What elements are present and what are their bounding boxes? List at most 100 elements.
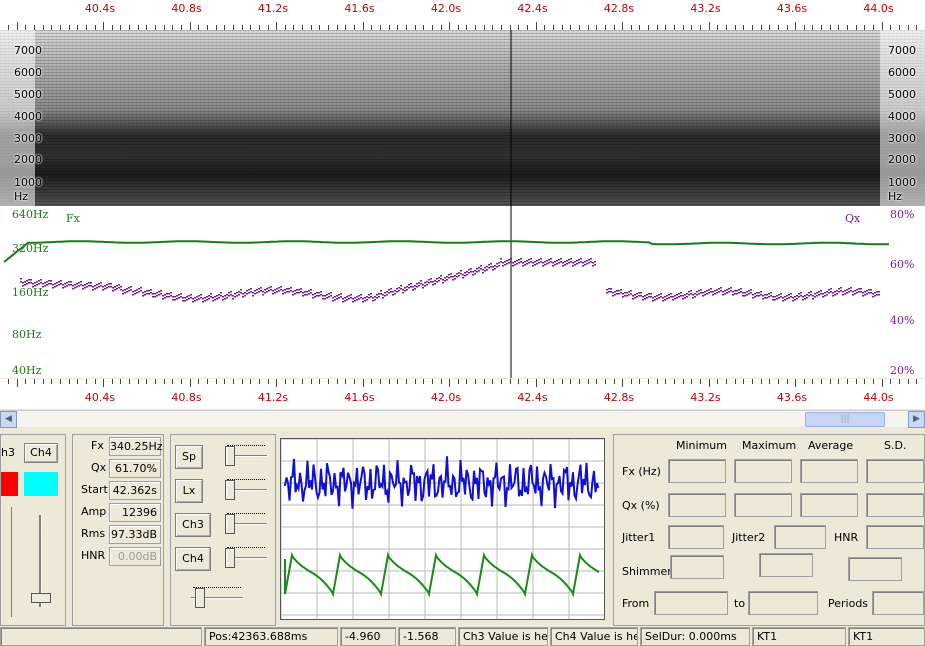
- qx-point: [140, 287, 142, 289]
- scroll-right-button[interactable]: ▶: [908, 411, 925, 428]
- amp-measure-value: 12396: [109, 503, 161, 522]
- qx-point: [634, 297, 636, 299]
- ch3-color-swatch[interactable]: [1, 472, 18, 496]
- sp-button[interactable]: Sp: [175, 445, 203, 469]
- to-field[interactable]: [748, 591, 818, 615]
- scroll-thumb[interactable]: |||: [805, 412, 885, 427]
- qx-point: [786, 298, 788, 300]
- zoom-slider[interactable]: [185, 585, 249, 611]
- qx-point: [480, 265, 482, 267]
- qx-point: [64, 283, 66, 285]
- qx-point: [754, 293, 756, 295]
- ch4-color-swatch[interactable]: [24, 472, 58, 496]
- qx-point: [550, 258, 552, 260]
- qx-point: [302, 292, 304, 294]
- qx-point: [798, 296, 800, 298]
- qx-point: [482, 269, 484, 271]
- scroll-left-button[interactable]: ◀: [0, 411, 17, 428]
- qx-point: [292, 291, 294, 293]
- qx-point: [658, 294, 660, 296]
- qx-point: [74, 287, 76, 289]
- qx-point: [826, 294, 828, 296]
- qx-point: [530, 258, 532, 260]
- qx-point: [678, 296, 680, 298]
- qx-point: [626, 292, 628, 294]
- qx-point: [492, 266, 494, 268]
- channel-panel: h3 Ch4: [0, 434, 66, 626]
- qx-point: [134, 293, 136, 295]
- qx-point: [246, 293, 248, 295]
- qx-point: [510, 258, 512, 260]
- qx-point: [288, 291, 290, 293]
- ch4-display-button[interactable]: Ch4: [175, 547, 211, 571]
- qx-point: [740, 288, 742, 290]
- qx-point: [202, 298, 204, 300]
- qx-point: [128, 290, 130, 292]
- qx-point: [630, 290, 632, 292]
- qx-point: [528, 259, 530, 261]
- qx-point: [142, 292, 144, 294]
- qx-point: [272, 290, 274, 292]
- qx-point: [406, 289, 408, 291]
- qx-point: [180, 293, 182, 295]
- qx-point: [712, 294, 714, 296]
- axis-label-40pct: 40%: [890, 314, 915, 327]
- qx-point: [532, 262, 534, 264]
- qx-point: [398, 287, 400, 289]
- horizontal-scrollbar[interactable]: ◀ ||| ▶: [0, 410, 925, 428]
- ch3-slider[interactable]: [219, 511, 273, 537]
- spectrogram[interactable]: 7000 6000 5000 4000 3000 2000 1000 Hz 70…: [0, 30, 925, 206]
- qx-point: [376, 297, 378, 299]
- qx-point: [570, 261, 572, 263]
- qx-point: [824, 295, 826, 297]
- qx-point: [794, 296, 796, 298]
- qx-point: [202, 301, 204, 303]
- qx-point: [770, 292, 772, 294]
- qx-point: [804, 295, 806, 297]
- qx-point: [796, 298, 798, 300]
- qx-point: [348, 298, 350, 300]
- qx-point: [360, 294, 362, 296]
- qx-point: [192, 301, 194, 303]
- qx-point: [124, 289, 126, 291]
- ruler-label: 43.6s: [776, 2, 808, 15]
- qx-point: [790, 296, 792, 298]
- qx-point: [732, 294, 734, 296]
- qx-point: [196, 296, 198, 298]
- qx-point: [828, 292, 830, 294]
- rms-measure-label: Rms: [81, 527, 106, 540]
- qx-point: [526, 263, 528, 265]
- qx-point: [618, 293, 620, 295]
- ch3-gain-slider[interactable]: [11, 507, 12, 617]
- from-field[interactable]: [654, 591, 728, 615]
- waveform-view[interactable]: [280, 438, 605, 620]
- qx-point: [142, 295, 144, 297]
- qx-point: [88, 282, 90, 284]
- ch4-slider[interactable]: [219, 545, 273, 571]
- lx-slider[interactable]: [219, 477, 273, 503]
- ch3-display-button[interactable]: Ch3: [175, 513, 211, 537]
- qx-point: [364, 300, 366, 302]
- qx-point: [174, 299, 176, 301]
- qx-point: [534, 264, 536, 266]
- qx-point: [420, 280, 422, 282]
- qx-point: [702, 295, 704, 297]
- qx-point: [594, 261, 596, 263]
- qx-point: [186, 299, 188, 301]
- ch4-gain-slider-knob[interactable]: [31, 593, 51, 603]
- qx-point: [730, 287, 732, 289]
- sp-slider[interactable]: [219, 443, 273, 469]
- qx-point: [326, 294, 328, 296]
- ch4-button[interactable]: Ch4: [24, 443, 58, 463]
- lx-button[interactable]: Lx: [175, 479, 203, 503]
- qx-point: [774, 299, 776, 301]
- qx-point: [222, 299, 224, 301]
- qx-point: [482, 272, 484, 274]
- pitch-panel[interactable]: 640Hz Fx 320Hz 160Hz 80Hz 40Hz Qx 80% 60…: [0, 206, 925, 378]
- qx-point: [524, 261, 526, 263]
- qx-point: [618, 290, 620, 292]
- qx-point: [444, 280, 446, 282]
- qx-point: [250, 291, 252, 293]
- time-ruler-bottom: 40.4s 40.8s 41.2s 41.6s 42.0s 42.4s 42.8s 43.2s…: [0, 379, 925, 409]
- qx-point: [474, 270, 476, 272]
